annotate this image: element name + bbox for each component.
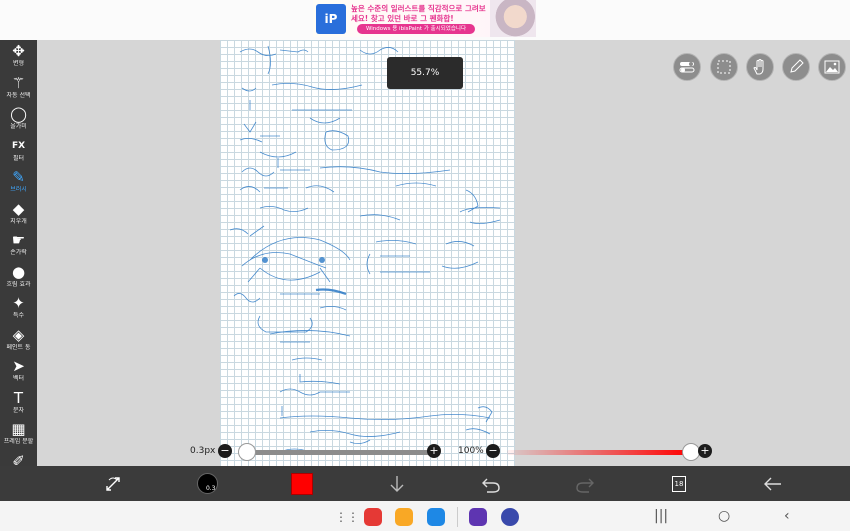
tool-label: 브러시: [10, 186, 27, 193]
transform-button[interactable]: [100, 466, 126, 501]
recents-icon[interactable]: |||: [654, 508, 668, 524]
brush-icon: ✎: [12, 168, 25, 186]
tool-label: 변형: [12, 60, 25, 67]
vector-icon: ➤: [12, 357, 25, 375]
tool-label: 프레임 분할: [3, 438, 34, 445]
tool-label: 손가락: [10, 249, 27, 256]
opacity-slider[interactable]: [507, 450, 690, 455]
tool-label: 문자: [12, 406, 25, 414]
app-settings-icon[interactable]: [501, 508, 519, 526]
download-button[interactable]: [384, 466, 410, 501]
home-icon[interactable]: ○: [718, 508, 730, 524]
brush-size-label: 0.3px: [190, 446, 216, 456]
brush-size-slider[interactable]: [240, 450, 430, 455]
dock-divider: [457, 507, 458, 527]
toggle-icon: [679, 62, 695, 73]
ad-illustration: [490, 0, 536, 37]
handwritten-notes: [229, 45, 501, 455]
smudge-icon: ☛: [11, 231, 26, 249]
undo-button[interactable]: [478, 466, 504, 501]
ad-banner[interactable]: iP 높은 수준의 일러스트를 직감적으로 그려보 세요! 찾고 있던 바로 그…: [313, 0, 536, 37]
grid-paper-canvas[interactable]: [220, 40, 515, 466]
fx-icon: FX: [11, 140, 26, 151]
eraser-icon: ◆: [12, 199, 25, 218]
text-icon: T: [13, 388, 24, 407]
tool-lasso[interactable]: ◯ 올가미: [0, 105, 37, 136]
layers-button[interactable]: 18: [666, 466, 692, 501]
app-store-icon[interactable]: [427, 508, 445, 526]
tool-text[interactable]: T 문자: [0, 389, 37, 420]
ad-cta-button[interactable]: Windows 용 ibisPaint 가 출시되었습니다: [357, 24, 475, 34]
back-button[interactable]: [760, 466, 786, 501]
hand-quick-button[interactable]: [746, 53, 774, 81]
color-button[interactable]: [289, 466, 315, 501]
opacity-decrease-button[interactable]: −: [486, 444, 500, 458]
brush-size-knob[interactable]: [237, 443, 256, 461]
tool-fx[interactable]: FX 필터: [0, 137, 37, 168]
tool-label: 올가미: [10, 123, 27, 130]
undo-icon: [482, 478, 500, 493]
magic-wand-icon: ⚚: [11, 73, 26, 92]
arrow-left-icon: [764, 477, 781, 490]
special-icon: ✦: [12, 294, 25, 312]
tool-brush[interactable]: ✎ 브러시: [0, 168, 37, 199]
pen-quick-button[interactable]: [782, 53, 810, 81]
ibispaint-logo: iP: [316, 4, 346, 34]
nav-back-icon[interactable]: ‹: [784, 508, 790, 524]
tool-label: 페인트 통: [6, 343, 31, 351]
app-flipboard-icon[interactable]: [364, 508, 382, 526]
tool-blur[interactable]: ● 흐림 효과: [0, 263, 37, 294]
tool-frame[interactable]: ▦ 프레임 분할: [0, 420, 37, 451]
tool-special[interactable]: ✦ 특수: [0, 294, 37, 325]
bottom-toolbar: 0.3 18: [0, 466, 850, 501]
move-icon: ✥: [12, 42, 25, 60]
current-color-swatch: [291, 472, 313, 495]
toggle-quick-button[interactable]: [673, 53, 701, 81]
size-decrease-button[interactable]: −: [218, 444, 232, 458]
selection-icon: [717, 60, 731, 74]
tool-label: 흐림 효과: [6, 280, 31, 288]
image-icon: [824, 60, 840, 74]
brush-size-preview: 0.3: [196, 473, 218, 494]
redo-button[interactable]: [572, 466, 598, 501]
app-notes-icon[interactable]: [395, 508, 413, 526]
tool-sidebar: ✥ 변형 ⚚ 자동 선택 ◯ 올가미 FX 필터 ✎ 브러시 ◆ 지우개 ☛ 손가락 ● 흐림 효과 ✦ 특수 ◈ 페…: [0, 40, 37, 508]
tool-smudge[interactable]: ☛ 손가락: [0, 231, 37, 262]
size-increase-button[interactable]: +: [427, 444, 441, 458]
selection-quick-button[interactable]: [710, 53, 738, 81]
rotate-transform-icon: [106, 476, 120, 491]
opacity-label: 100%: [458, 446, 484, 456]
tool-fill[interactable]: ◈ 페인트 통: [0, 326, 37, 357]
top-ad-bar: iP 높은 수준의 일러스트를 직감적으로 그려보 세요! 찾고 있던 바로 그…: [0, 0, 850, 41]
brush-size-button[interactable]: 0.3: [194, 466, 220, 501]
app-multi-icon[interactable]: [469, 508, 487, 526]
arrow-down-icon: [390, 475, 404, 492]
tool-label: 필터: [12, 154, 25, 162]
canvas-area[interactable]: [37, 40, 850, 466]
layer-count-badge: 18: [672, 475, 686, 492]
ad-text-line2: 세요! 찾고 있던 바로 그 펜화합!: [351, 14, 454, 23]
tool-magic-wand[interactable]: ⚚ 자동 선택: [0, 74, 37, 105]
lasso-icon: ◯: [10, 105, 27, 123]
blur-icon: ●: [11, 262, 26, 281]
opacity-increase-button[interactable]: +: [698, 444, 712, 458]
tool-label: 자동 선택: [6, 91, 31, 99]
tool-vector[interactable]: ➤ 벡터: [0, 357, 37, 388]
tool-label: 특수: [12, 312, 25, 319]
tool-move[interactable]: ✥ 변형: [0, 42, 37, 73]
pen-icon: [790, 59, 804, 73]
image-quick-button[interactable]: [818, 53, 846, 81]
frame-icon: ▦: [11, 420, 26, 438]
hand-icon: [753, 59, 764, 75]
android-nav-bar: ⋮⋮⋮ ||| ○ ‹: [0, 501, 850, 531]
zoom-indicator: 55.7%: [387, 57, 463, 89]
tool-eraser[interactable]: ◆ 지우개: [0, 200, 37, 231]
tool-label: 벡터: [12, 375, 25, 382]
fill-icon: ◈: [12, 325, 25, 344]
tool-label: 지우개: [10, 217, 27, 225]
redo-icon: [576, 478, 594, 493]
